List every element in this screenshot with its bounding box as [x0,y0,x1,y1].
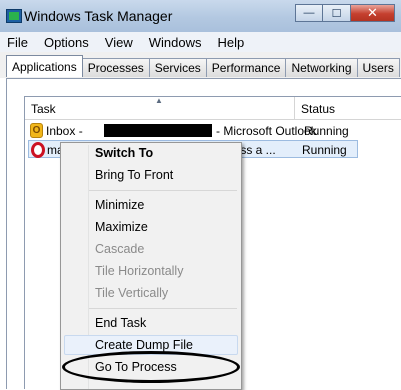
tab-bar: Applications Processes Services Performa… [0,52,401,78]
menu-bar: File Options View Windows Help [0,32,401,52]
tab-processes[interactable]: Processes [81,58,150,77]
menu-options[interactable]: Options [36,35,97,50]
menu-separator [89,308,237,309]
menu-item-cascade: Cascade [95,242,145,256]
tab-applications[interactable]: Applications [6,55,83,77]
menu-item-bring-to-front[interactable]: Bring To Front [95,166,173,184]
minimize-button[interactable]: — [295,4,323,22]
title-bar: Windows Task Manager — ☐ ✕ [0,0,401,33]
task-status: Running [302,143,347,157]
menu-item-minimize[interactable]: Minimize [95,196,144,214]
menu-item-tile-horizontally: Tile Horizontally [95,264,184,278]
menu-view[interactable]: View [97,35,141,50]
menu-item-end-task[interactable]: End Task [95,314,146,332]
close-button[interactable]: ✕ [351,4,395,22]
outlook-icon: O [30,123,43,138]
task-manager-app-icon [6,9,22,23]
tab-services[interactable]: Services [148,58,207,77]
opera-icon [31,142,45,158]
task-name-suffix: - Microsoft Outlook [216,124,317,138]
menu-item-go-to-process[interactable]: Go To Process [95,358,177,376]
column-divider[interactable] [294,97,295,119]
menu-file[interactable]: File [0,35,36,50]
task-name: Inbox - [46,124,83,138]
caption-buttons: — ☐ ✕ [295,4,395,24]
menu-item-create-dump-file[interactable]: Create Dump File [95,336,193,354]
menu-item-switch-to[interactable]: Switch To [95,144,153,162]
menu-separator [89,190,237,191]
task-status: Running [304,124,349,138]
menu-item-maximize[interactable]: Maximize [95,218,148,236]
menu-item-tile-vertically: Tile Vertically [95,286,169,300]
list-header: ▲ Task Status [25,96,401,120]
maximize-icon: ☐ [331,7,342,20]
minimize-icon: — [303,7,315,19]
column-header-status[interactable]: Status [301,102,335,116]
table-row[interactable]: O Inbox - - Microsoft Outlook Running [28,122,358,140]
close-icon: ✕ [367,5,378,20]
column-header-task[interactable]: Task [31,102,56,116]
tab-networking[interactable]: Networking [285,58,358,77]
redaction-bar [104,124,212,137]
tab-users[interactable]: Users [356,58,400,77]
maximize-button[interactable]: ☐ [323,4,351,22]
window-title: Windows Task Manager [24,8,173,24]
context-menu: Switch To Bring To Front Minimize Maximi… [60,142,242,390]
menu-windows[interactable]: Windows [141,35,210,50]
sort-ascending-icon: ▲ [155,96,163,105]
tab-performance[interactable]: Performance [205,58,287,77]
menu-help[interactable]: Help [209,35,252,50]
